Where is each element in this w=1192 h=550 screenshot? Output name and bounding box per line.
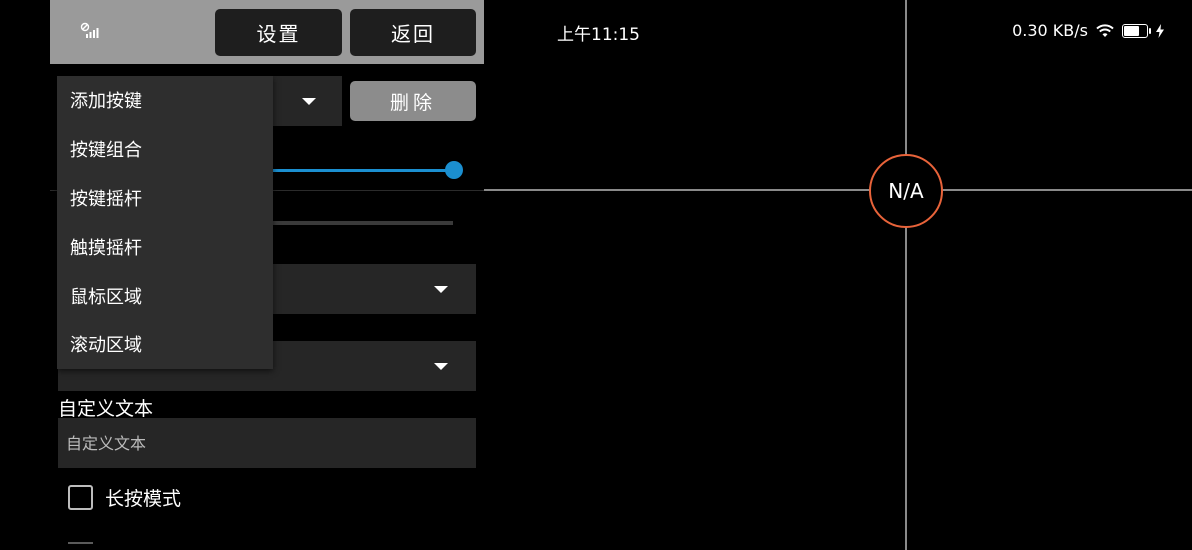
long-press-row[interactable]: 长按模式 bbox=[68, 484, 181, 511]
battery-icon bbox=[1122, 23, 1151, 38]
screen: N/A 上午11:15 0.30 KB/s 设置 返回 删除 自定义文本 自定义… bbox=[0, 0, 1192, 550]
chevron-down-icon bbox=[434, 286, 448, 293]
chevron-down-icon bbox=[302, 98, 316, 105]
long-press-label: 长按模式 bbox=[105, 488, 182, 510]
menu-item-key-combo[interactable]: 按键组合 bbox=[57, 125, 273, 174]
net-speed: 0.30 KB/s bbox=[1012, 21, 1088, 40]
delete-button[interactable]: 删除 bbox=[350, 81, 476, 121]
status-indicators: 0.30 KB/s bbox=[1012, 21, 1164, 40]
center-marker[interactable]: N/A bbox=[869, 154, 943, 228]
custom-text-label: 自定义文本 bbox=[58, 398, 154, 420]
chevron-down-icon bbox=[434, 363, 448, 370]
next-checkbox-partial[interactable] bbox=[68, 542, 93, 544]
add-key-menu: 添加按键 按键组合 按键摇杆 触摸摇杆 鼠标区域 滚动区域 bbox=[57, 76, 273, 369]
settings-button[interactable]: 设置 bbox=[215, 9, 342, 56]
crosshair-vertical-line bbox=[905, 0, 907, 550]
panel-header: 设置 返回 bbox=[50, 0, 484, 64]
wifi-icon bbox=[1096, 23, 1114, 37]
menu-item-mouse-area[interactable]: 鼠标区域 bbox=[57, 271, 273, 320]
long-press-checkbox[interactable] bbox=[68, 485, 93, 510]
size-slider-thumb[interactable] bbox=[445, 161, 463, 179]
crosshair-horizontal-line bbox=[484, 189, 1192, 191]
menu-item-key-joystick[interactable]: 按键摇杆 bbox=[57, 174, 273, 223]
back-button[interactable]: 返回 bbox=[350, 9, 476, 56]
custom-text-input[interactable] bbox=[58, 418, 476, 468]
menu-item-add-key[interactable]: 添加按键 bbox=[57, 76, 273, 125]
charging-icon bbox=[1156, 23, 1164, 38]
no-signal-icon bbox=[80, 22, 99, 38]
status-time: 上午11:15 bbox=[557, 25, 640, 45]
menu-item-touch-joystick[interactable]: 触摸摇杆 bbox=[57, 222, 273, 271]
menu-item-scroll-area[interactable]: 滚动区域 bbox=[57, 320, 273, 369]
center-marker-label: N/A bbox=[888, 179, 924, 203]
